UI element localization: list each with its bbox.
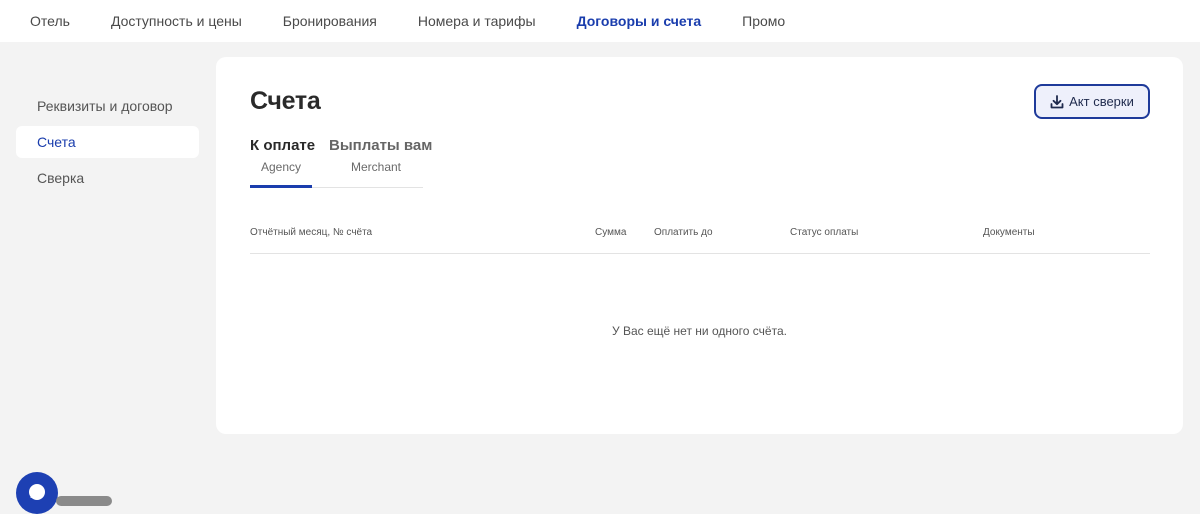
top-navigation: Отель Доступность и цены Бронирования Но… xyxy=(0,0,1200,42)
table-header: Отчётный месяц, № счёта Сумма Оплатить д… xyxy=(250,217,1150,254)
nav-contracts-invoices[interactable]: Договоры и счета xyxy=(577,13,702,29)
tab-to-pay[interactable]: К оплате Agency xyxy=(250,137,316,188)
sidebar-item-invoices[interactable]: Счета xyxy=(16,126,199,158)
reconciliation-act-button[interactable]: Акт сверки xyxy=(1034,84,1150,119)
sidebar: Реквизиты и договор Счета Сверка xyxy=(16,90,199,198)
column-header-documents: Документы xyxy=(983,227,1035,238)
invoices-card: Счета Акт сверки К оплате Agency Выплаты… xyxy=(216,57,1183,434)
tab-payouts-sub: Merchant xyxy=(350,160,402,174)
nav-availability-prices[interactable]: Доступность и цены xyxy=(111,13,242,29)
nav-hotel[interactable]: Отель xyxy=(30,13,70,29)
nav-promo[interactable]: Промо xyxy=(742,13,785,29)
invoice-tabs: К оплате Agency Выплаты вам Merchant xyxy=(250,137,433,188)
chat-tooltip-tab xyxy=(56,496,112,506)
column-header-amount: Сумма xyxy=(595,227,627,238)
column-header-due-date: Оплатить до xyxy=(654,227,713,238)
tab-payouts[interactable]: Выплаты вам Merchant xyxy=(329,137,433,188)
download-icon xyxy=(1050,94,1064,108)
column-header-payment-status: Статус оплаты xyxy=(790,227,859,238)
reconciliation-act-label: Акт сверки xyxy=(1069,94,1134,109)
column-header-month-invoice: Отчётный месяц, № счёта xyxy=(250,227,373,238)
tab-to-pay-sub: Agency xyxy=(260,160,302,174)
tab-to-pay-label: К оплате xyxy=(250,137,316,154)
chat-button[interactable] xyxy=(16,472,58,514)
tab-payouts-label: Выплаты вам xyxy=(329,137,433,154)
empty-state-message: У Вас ещё нет ни одного счёта. xyxy=(612,324,787,338)
nav-rooms-rates[interactable]: Номера и тарифы xyxy=(418,13,536,29)
nav-bookings[interactable]: Бронирования xyxy=(283,13,377,29)
page-title: Счета xyxy=(250,87,321,115)
sidebar-item-details-contract[interactable]: Реквизиты и договор xyxy=(16,90,199,122)
sidebar-item-reconciliation[interactable]: Сверка xyxy=(16,162,199,194)
